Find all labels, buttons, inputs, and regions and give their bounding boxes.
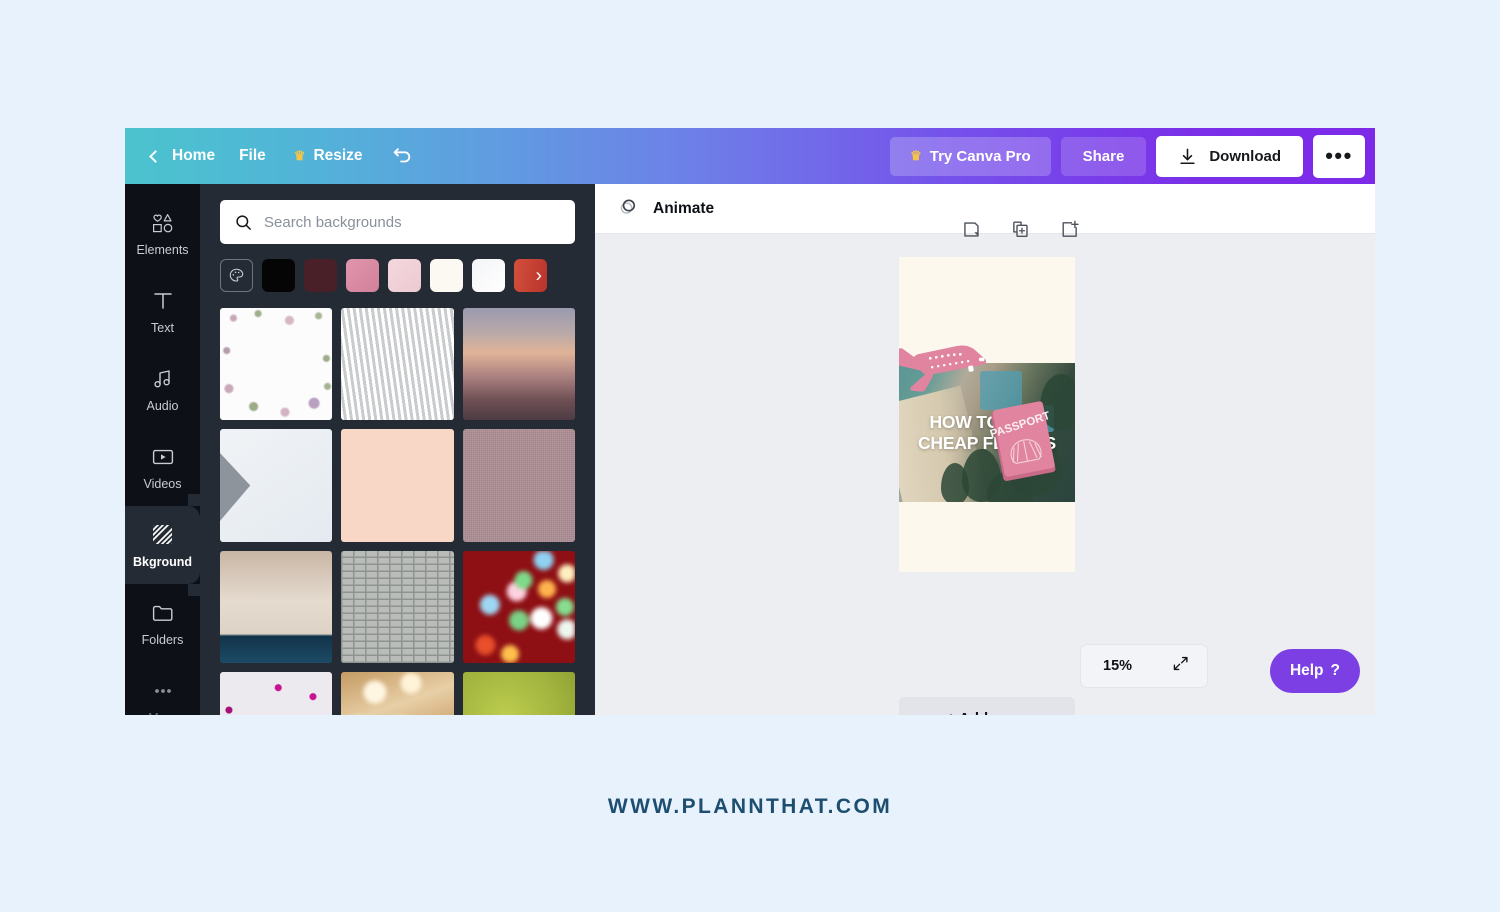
- add-page-button[interactable]: + Add page: [899, 697, 1075, 715]
- design-passport-illustration: PASSPORT: [984, 398, 1064, 488]
- search-input[interactable]: [264, 213, 561, 231]
- expand-fullscreen-icon[interactable]: [1172, 655, 1189, 677]
- background-thumbnail-blurred-sunset-gradient[interactable]: [462, 308, 575, 421]
- background-thumbnail-grey-architecture-sky[interactable]: [220, 429, 333, 542]
- crown-icon-pro: ♛: [910, 148, 922, 163]
- header-left-group: Home File ♛ Resize: [143, 137, 427, 175]
- palette-icon: [229, 268, 244, 282]
- design-page-canvas[interactable]: HOW TO FIND CHEAP FLIGHTS PASSPORT: [899, 257, 1075, 572]
- resize-label: Resize: [313, 147, 363, 164]
- sidebar-item-label-videos: Videos: [143, 476, 182, 491]
- question-mark-icon: ?: [1330, 662, 1340, 679]
- sidebar-item-label-elements: Elements: [136, 242, 189, 257]
- footer-watermark-url: WWW.PLANNTHAT.COM: [607, 795, 893, 818]
- background-thumbnail-golden-string-lights[interactable]: [341, 672, 454, 715]
- home-button-label: Home: [172, 147, 216, 164]
- chevron-right-icon: ›: [535, 265, 542, 286]
- sidebar-item-text[interactable]: Text: [125, 272, 200, 350]
- add-page-label: + Add page: [947, 710, 1028, 716]
- background-thumbnail-grid: [220, 308, 575, 715]
- more-dots-icon: •••: [1325, 142, 1353, 168]
- help-button[interactable]: Help ?: [1269, 649, 1360, 693]
- animate-label[interactable]: Animate: [653, 200, 714, 218]
- file-menu-label: File: [239, 147, 266, 164]
- swatch-white[interactable]: [472, 259, 505, 292]
- try-canva-pro-button[interactable]: ♛ Try Canva Pro: [890, 136, 1051, 176]
- background-thumbnail-peach-solid-pattern[interactable]: [341, 429, 454, 542]
- share-label: Share: [1082, 147, 1125, 165]
- swatch-more-colors[interactable]: ›: [514, 259, 547, 292]
- try-canva-pro-label: Try Canva Pro: [929, 147, 1031, 165]
- header-more-options-button[interactable]: •••: [1313, 134, 1365, 178]
- zoom-level-label: 15%: [1103, 658, 1133, 674]
- background-thumbnail-red-christmas-bokeh[interactable]: [462, 550, 575, 664]
- crown-icon: ♛: [293, 148, 306, 163]
- design-airplane-illustration: [899, 335, 999, 393]
- home-button[interactable]: Home: [143, 139, 225, 173]
- sidebar-item-audio[interactable]: Audio: [125, 350, 200, 428]
- background-thumbnail-grey-brick-wall[interactable]: [341, 550, 454, 664]
- resize-button[interactable]: ♛ Resize: [280, 139, 377, 173]
- download-button[interactable]: Download: [1156, 135, 1303, 177]
- background-thumbnail-white-petals-flatlay[interactable]: [220, 308, 333, 421]
- color-palette-button[interactable]: [220, 259, 253, 292]
- shapes-icon: [150, 210, 176, 236]
- search-backgrounds-box[interactable]: [220, 200, 575, 244]
- header-right-group: ♛ Try Canva Pro Share Download •••: [890, 134, 1365, 178]
- search-icon: [236, 214, 251, 230]
- sidebar-item-label-bkground: Bkground: [132, 554, 193, 569]
- text-icon: [151, 288, 175, 314]
- sidebar-item-elements[interactable]: Elements: [125, 194, 200, 272]
- background-thumbnail-pink-confetti-white[interactable]: [220, 672, 333, 715]
- more-dots-icon-rail: [150, 678, 176, 704]
- swatch-cream[interactable]: [430, 259, 463, 292]
- zoom-control[interactable]: 15%: [1080, 644, 1208, 688]
- help-label: Help: [1289, 662, 1324, 679]
- sidebar-item-label-more: More: [148, 711, 176, 716]
- swatch-pink[interactable]: [346, 259, 379, 292]
- undo-icon: [393, 148, 410, 163]
- sidebar-item-label-folders: Folders: [141, 632, 184, 647]
- color-swatch-row: ›: [220, 259, 575, 292]
- sidebar-item-label-audio: Audio: [146, 398, 179, 413]
- notes-icon[interactable]: [961, 219, 982, 240]
- canva-editor-window: Home File ♛ Resize ♛ Try Canva Pro Share…: [125, 128, 1375, 715]
- undo-button[interactable]: [377, 137, 427, 175]
- background-thumbnail-white-curved-lines[interactable]: [341, 308, 454, 421]
- swatch-light-pink[interactable]: [388, 259, 421, 292]
- background-thumbnail-mauve-fabric-texture[interactable]: [462, 429, 575, 542]
- folder-icon: [150, 600, 176, 626]
- audio-icon: [151, 366, 175, 392]
- background-thumbnail-olive-green-gradient[interactable]: [462, 672, 575, 715]
- sidebar-item-more[interactable]: More: [125, 662, 200, 715]
- swatch-dark-maroon[interactable]: [304, 259, 337, 292]
- background-icon: [150, 522, 175, 548]
- left-rail: Elements Text Audio Videos Bkground Fold…: [125, 184, 200, 715]
- editor-body: Elements Text Audio Videos Bkground Fold…: [125, 184, 1375, 715]
- swatch-black[interactable]: [262, 259, 295, 292]
- sidebar-item-bkground[interactable]: Bkground: [125, 494, 200, 596]
- chevron-left-icon: [149, 149, 162, 163]
- video-icon: [150, 444, 176, 470]
- duplicate-page-icon[interactable]: [1010, 219, 1031, 240]
- animate-icon: [617, 195, 640, 223]
- background-thumbnail-white-wall-blue-floor[interactable]: [220, 550, 333, 664]
- canvas-area: Animate HOW TO FIND CHEAP FLIGHTS PASSPO…: [595, 184, 1375, 715]
- download-label: Download: [1209, 147, 1281, 165]
- app-header: Home File ♛ Resize ♛ Try Canva Pro Share…: [125, 128, 1375, 184]
- collapse-panel-button[interactable]: [594, 400, 595, 499]
- file-menu-button[interactable]: File: [225, 139, 280, 173]
- sidebar-item-folders[interactable]: Folders: [125, 584, 200, 662]
- sidebar-item-label-text: Text: [151, 320, 174, 335]
- backgrounds-panel: ›: [200, 184, 595, 715]
- download-icon: [1180, 148, 1195, 164]
- page-tools-group: [961, 219, 1080, 240]
- add-page-icon[interactable]: [1059, 219, 1080, 240]
- share-button[interactable]: Share: [1060, 136, 1147, 176]
